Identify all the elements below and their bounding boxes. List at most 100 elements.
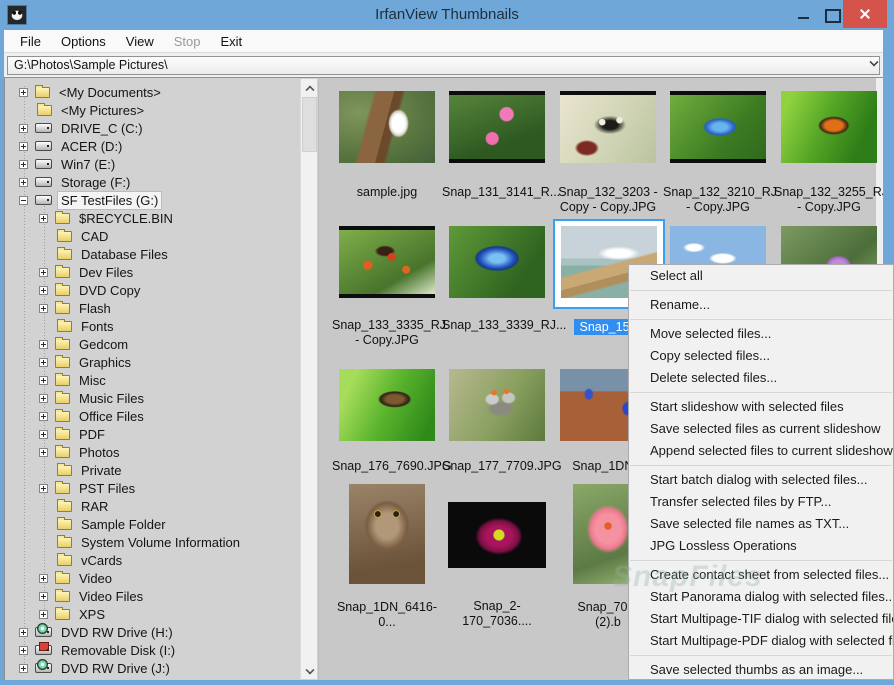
- chevron-down-icon[interactable]: [870, 58, 877, 65]
- thumbnail-snap-132-3203[interactable]: Snap_132_3203 - Copy - Copy.JPG: [553, 91, 663, 215]
- scroll-down-arrow-icon[interactable]: [301, 662, 318, 679]
- dvd-drive-icon: [35, 663, 52, 673]
- tree-item-drive-c[interactable]: DRIVE_C (C:): [5, 119, 146, 137]
- menu-item-move-selected[interactable]: Move selected files...: [629, 323, 893, 345]
- tree-item-drive-f[interactable]: Storage (F:): [5, 173, 133, 191]
- path-combobox[interactable]: G:\Photos\Sample Pictures\: [7, 56, 880, 75]
- tree-item-rar[interactable]: RAR: [5, 497, 111, 515]
- menu-item-multipage-tif[interactable]: Start Multipage-TIF dialog with selected…: [629, 608, 893, 630]
- thumbnail-sample-jpg[interactable]: sample.jpg: [332, 91, 442, 200]
- maximize-button[interactable]: [818, 0, 844, 28]
- menu-item-save-names-txt[interactable]: Save selected file names as TXT...: [629, 513, 893, 535]
- menu-item-contact-sheet[interactable]: Create contact sheet from selected files…: [629, 564, 893, 586]
- thumbnail-snap-177-7709[interactable]: Snap_177_7709.JPG: [442, 369, 552, 474]
- plus-toggle-icon[interactable]: [19, 160, 28, 169]
- menu-item-rename[interactable]: Rename...: [629, 294, 893, 316]
- plus-toggle-icon[interactable]: [19, 88, 28, 97]
- tree-item-dev-files[interactable]: Dev Files: [5, 263, 136, 281]
- thumbnail-snap-133-3335[interactable]: Snap_133_3335_RJ - Copy.JPG: [332, 226, 442, 348]
- tree-item-music-files[interactable]: Music Files: [5, 389, 147, 407]
- plus-toggle-icon[interactable]: [19, 628, 28, 637]
- tree-item-video-files[interactable]: Video Files: [5, 587, 146, 605]
- menu-item-save-slideshow[interactable]: Save selected files as current slideshow: [629, 418, 893, 440]
- thumbnail-snap-132-3210[interactable]: Snap_132_3210_RJ - Copy.JPG: [663, 91, 773, 215]
- tree-item-my-pictures[interactable]: <My Pictures>: [5, 101, 147, 119]
- plus-toggle-icon[interactable]: [19, 664, 28, 673]
- tree-item-vcards[interactable]: vCards: [5, 551, 125, 569]
- tree-item-drive-e[interactable]: Win7 (E:): [5, 155, 118, 173]
- menu-item-append-slideshow[interactable]: Append selected files to current slidesh…: [629, 440, 893, 462]
- menu-item-batch-dialog[interactable]: Start batch dialog with selected files..…: [629, 469, 893, 491]
- plus-toggle-icon[interactable]: [19, 142, 28, 151]
- plus-toggle-icon[interactable]: [19, 178, 28, 187]
- close-button[interactable]: [843, 0, 887, 28]
- tree-item-drive-g-selected[interactable]: SF TestFiles (G:): [5, 191, 161, 209]
- tree-item-recycle-bin[interactable]: $RECYCLE.BIN: [5, 209, 176, 227]
- thumbnail-snap-133-3339[interactable]: Snap_133_3339_RJ...: [442, 226, 552, 333]
- thumbnail-snap-2-170-dahlia[interactable]: Snap_2-170_7036....: [442, 484, 552, 629]
- scroll-up-arrow-icon[interactable]: [301, 79, 318, 96]
- menu-options[interactable]: Options: [51, 31, 116, 52]
- tree-item-dvd-copy[interactable]: DVD Copy: [5, 281, 143, 299]
- plus-toggle-icon[interactable]: [39, 214, 48, 223]
- plus-toggle-icon[interactable]: [39, 358, 48, 367]
- plus-toggle-icon[interactable]: [39, 574, 48, 583]
- plus-toggle-icon[interactable]: [39, 484, 48, 493]
- tree-item-pst-files[interactable]: PST Files: [5, 479, 138, 497]
- menu-item-jpg-lossless[interactable]: JPG Lossless Operations: [629, 535, 893, 557]
- menu-view[interactable]: View: [116, 31, 164, 52]
- minus-toggle-icon[interactable]: [19, 196, 28, 205]
- tree-item-cad[interactable]: CAD: [5, 227, 111, 245]
- tree-item-flash[interactable]: Flash: [5, 299, 114, 317]
- menu-file[interactable]: File: [10, 31, 51, 52]
- plus-toggle-icon[interactable]: [39, 592, 48, 601]
- tree-item-dvd-drive-j[interactable]: DVD RW Drive (J:): [5, 659, 173, 677]
- plus-toggle-icon[interactable]: [39, 430, 48, 439]
- tree-item-misc[interactable]: Misc: [5, 371, 109, 389]
- scrollbar-thumb[interactable]: [302, 97, 317, 152]
- tree-item-private[interactable]: Private: [5, 461, 124, 479]
- menu-item-multipage-pdf[interactable]: Start Multipage-PDF dialog with selected…: [629, 630, 893, 652]
- menu-item-save-thumbs-image[interactable]: Save selected thumbs as an image...: [629, 659, 893, 680]
- tree-item-database-files[interactable]: Database Files: [5, 245, 171, 263]
- plus-toggle-icon[interactable]: [39, 376, 48, 385]
- thumbnail-snap-176-7690[interactable]: Snap_176_7690.JPG: [332, 369, 442, 474]
- menu-stop: Stop: [164, 31, 211, 52]
- thumbnail-snap-132-3255[interactable]: Snap_132_3255_RJ - Copy.JPG: [774, 91, 883, 215]
- plus-toggle-icon[interactable]: [19, 646, 28, 655]
- tree-item-fonts[interactable]: Fonts: [5, 317, 117, 335]
- plus-toggle-icon[interactable]: [39, 394, 48, 403]
- plus-toggle-icon[interactable]: [39, 268, 48, 277]
- menu-item-select-all[interactable]: Select all: [629, 265, 893, 287]
- tree-item-drive-d[interactable]: ACER (D:): [5, 137, 125, 155]
- menu-item-copy-selected[interactable]: Copy selected files...: [629, 345, 893, 367]
- tree-item-my-documents[interactable]: <My Documents>: [5, 83, 164, 101]
- menu-item-panorama-dialog[interactable]: Start Panorama dialog with selected file…: [629, 586, 893, 608]
- plus-toggle-icon[interactable]: [39, 340, 48, 349]
- thumbnail-snap-131-3141[interactable]: Snap_131_3141_R...: [442, 91, 552, 200]
- tree-item-photos[interactable]: Photos: [5, 443, 122, 461]
- tree-item-video[interactable]: Video: [5, 569, 115, 587]
- tree-item-removable-disk-i[interactable]: Removable Disk (I:): [5, 641, 178, 659]
- tree-item-gedcom[interactable]: Gedcom: [5, 335, 131, 353]
- tree-item-dvd-drive-h[interactable]: DVD RW Drive (H:): [5, 623, 176, 641]
- tree-item-sample-folder[interactable]: Sample Folder: [5, 515, 169, 533]
- plus-toggle-icon[interactable]: [39, 448, 48, 457]
- plus-toggle-icon[interactable]: [39, 412, 48, 421]
- thumbnail-snap-1dn-6416-owl[interactable]: Snap_1DN_6416-0...: [332, 484, 442, 630]
- menu-item-start-slideshow[interactable]: Start slideshow with selected files: [629, 396, 893, 418]
- menu-exit[interactable]: Exit: [210, 31, 252, 52]
- tree-item-system-volume-information[interactable]: System Volume Information: [5, 533, 243, 551]
- plus-toggle-icon[interactable]: [39, 304, 48, 313]
- plus-toggle-icon[interactable]: [19, 124, 28, 133]
- tree-item-graphics[interactable]: Graphics: [5, 353, 134, 371]
- tree-item-office-files[interactable]: Office Files: [5, 407, 147, 425]
- tree-item-xps[interactable]: XPS: [5, 605, 108, 623]
- menu-item-ftp-transfer[interactable]: Transfer selected files by FTP...: [629, 491, 893, 513]
- plus-toggle-icon[interactable]: [39, 286, 48, 295]
- menu-item-delete-selected[interactable]: Delete selected files...: [629, 367, 893, 389]
- tree-item-pdf[interactable]: PDF: [5, 425, 108, 443]
- minimize-button[interactable]: [790, 0, 818, 28]
- tree-scrollbar[interactable]: [300, 79, 317, 679]
- plus-toggle-icon[interactable]: [39, 610, 48, 619]
